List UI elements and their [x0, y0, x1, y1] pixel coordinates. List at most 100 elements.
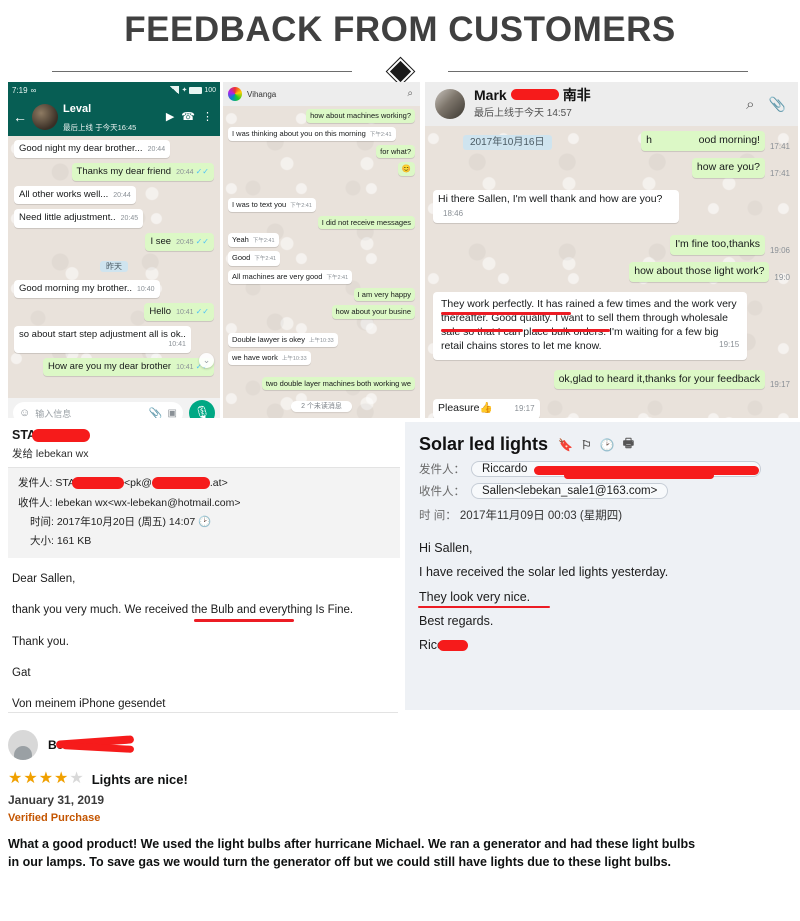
contact-last-seen: 最后上线于今天 14:57: [474, 107, 572, 119]
message-time: 10:41: [168, 341, 186, 349]
message-text: I was thinking about you on this morning: [232, 128, 366, 138]
email-from-value[interactable]: Riccardo: [471, 461, 761, 479]
message-text: Double lawyer is okey: [232, 334, 305, 344]
message-time: 20:44: [113, 192, 131, 200]
signal-bars-icon: [170, 86, 180, 94]
email-left: STA 发给 lebekan wx 发件人: STA <pk@ .at> 收件人: …: [8, 422, 400, 729]
redaction-mark: [564, 472, 714, 479]
phone-call-icon[interactable]: ☎: [181, 111, 195, 123]
clock-icon[interactable]: 🕑: [600, 438, 615, 452]
message-text: I'm fine too,thanks: [675, 238, 760, 251]
message-input-placeholder[interactable]: 输入信息: [35, 407, 71, 419]
email-header-box: 发件人: STA <pk@ .at> 收件人: lebekan wx<wx-lebe…: [8, 467, 400, 558]
message-row: how about those light work? 19:0: [433, 262, 790, 283]
bookmark-icon[interactable]: 🔖: [558, 438, 573, 452]
message-row: I did not receive messages: [228, 215, 415, 230]
message-time: 19:17: [514, 404, 535, 414]
message-row: how about your busine: [228, 305, 415, 319]
redaction-mark: [151, 477, 210, 490]
message-text: Hi there Sallen, I'm well thank and how …: [438, 192, 663, 205]
email-right: Solar led lights 🔖 ⚐ 🕑 🖶 发件人： Riccardo 收…: [405, 422, 800, 710]
message-text: They work perfectly. It has rained a few…: [441, 298, 737, 352]
email-from-label: 发件人：: [419, 464, 465, 476]
message-text: so about start step adjustment all is ok…: [19, 329, 186, 341]
video-call-icon[interactable]: ▶: [166, 111, 174, 123]
message-row: we have work 上午10:33: [228, 350, 415, 365]
camera-icon[interactable]: ▣: [168, 408, 177, 419]
message-text: I was to text you: [232, 199, 287, 209]
email-sender-name: STA: [8, 422, 400, 444]
message-text: Pleasure👍: [438, 402, 493, 415]
phone-status-bar: 7:19 ∞ ✦ 100: [8, 82, 220, 98]
review-date: January 31, 2019: [8, 793, 105, 807]
message-time: 10:40: [137, 285, 155, 293]
message-time: 17:41: [769, 141, 790, 151]
chat-header-vihanga: Vihanga ⌕: [223, 82, 420, 106]
message-time: 上午10:33: [281, 355, 307, 362]
email-body-line: I have received the solar led lights yes…: [419, 565, 669, 580]
redaction-mark: [438, 640, 469, 652]
message-input-wrapper[interactable]: ☺ 输入信息 📎 ▣: [13, 402, 183, 418]
email-subject: Solar led lights: [419, 434, 549, 454]
email-to-line: 收件人: lebekan wx<wx-lebekan@hotmail.com>: [18, 496, 241, 509]
verified-purchase-badge: Verified Purchase: [8, 812, 101, 824]
message-time: 18:46: [443, 208, 464, 218]
feedback-collage: FEEDBACK FROM CUSTOMERS 7:19 ∞ ✦ 100 ← L…: [0, 0, 800, 921]
ornament-line-left: [52, 71, 352, 72]
email-body-line: thank you very much. We received the Bul…: [12, 603, 396, 622]
email-to-summary: 发给 lebekan wx: [12, 448, 89, 461]
review-header: Be: [8, 730, 792, 760]
email-size-line: 大小: 161 KB: [30, 535, 92, 548]
message-row: Pleasure👍 19:17: [433, 399, 790, 418]
clock-icon[interactable]: 🕑: [198, 516, 211, 528]
email-body-line: Dear Sallen,: [12, 572, 76, 585]
paperclip-icon[interactable]: 📎: [769, 97, 786, 111]
message-time: 20:45: [176, 238, 194, 246]
avatar[interactable]: [435, 89, 465, 119]
flag-icon[interactable]: ⚐: [581, 438, 592, 452]
email-from-field: 发件人： Riccardo: [405, 455, 800, 479]
avatar[interactable]: [228, 87, 242, 101]
email-screenshots-row: STA 发给 lebekan wx 发件人: STA <pk@ .at> 收件人: …: [0, 422, 800, 712]
message-row: Need little adjustment.. 20:45: [14, 209, 214, 228]
print-icon[interactable]: 🖶: [623, 434, 634, 455]
message-row: Good 下午2:41: [228, 251, 415, 266]
search-icon[interactable]: ⌕: [746, 97, 754, 112]
microphone-icon[interactable]: 🎙: [189, 400, 215, 418]
read-receipt-icon: ✓✓: [195, 236, 209, 246]
message-text: All machines are very good: [232, 271, 323, 281]
redaction-mark: [510, 89, 559, 101]
message-row: All other works well... 20:44: [14, 186, 214, 205]
review-title[interactable]: Lights are nice!: [92, 772, 188, 787]
message-row: so about start step adjustment all is ok…: [14, 326, 214, 354]
message-text-prefix: h: [646, 134, 652, 146]
email-subject-row: Solar led lights 🔖 ⚐ 🕑 🖶: [405, 422, 800, 455]
message-text: Good: [232, 253, 251, 263]
message-text: how about those light work?: [634, 265, 765, 278]
reviewer-name[interactable]: Be: [48, 735, 135, 753]
emoji-smiley-icon[interactable]: ☺: [19, 407, 30, 418]
message-text: ood morning!: [698, 134, 760, 146]
star-rating[interactable]: ★★★★★: [8, 771, 85, 787]
message-time: 下午2:41: [254, 256, 277, 263]
avatar[interactable]: [32, 104, 58, 130]
message-text: Hello: [149, 305, 172, 317]
date-badge: 2017年10月16日: [463, 135, 552, 150]
chat-header-mark: Mark 南非 最后上线于今天 14:57 ⌕ 📎: [425, 82, 798, 126]
contact-name: Vihanga: [247, 89, 277, 99]
back-arrow-icon[interactable]: ←: [13, 110, 27, 124]
paperclip-icon[interactable]: 📎: [149, 407, 163, 419]
overflow-menu-icon[interactable]: ⋮: [202, 111, 213, 123]
message-text: I am very happy: [357, 289, 411, 299]
contact-name: Mark: [474, 86, 507, 103]
message-text: ok,glad to heard it,thanks for your feed…: [558, 372, 760, 385]
email-time-line: 时间: 2017年10月20日 (周五) 14:07 🕑: [30, 516, 212, 529]
email-to-value[interactable]: Sallen<lebekan_sale1@163.com>: [471, 483, 669, 499]
highlight-underline: [441, 312, 571, 315]
message-time: 17:41: [769, 168, 790, 178]
charge-bolt-icon: ✦: [181, 87, 188, 94]
message-time: 19:0: [774, 273, 790, 283]
scroll-to-bottom-button[interactable]: ⌄: [199, 353, 214, 368]
search-icon[interactable]: ⌕: [407, 89, 413, 99]
battery-percent: 100: [204, 86, 216, 94]
